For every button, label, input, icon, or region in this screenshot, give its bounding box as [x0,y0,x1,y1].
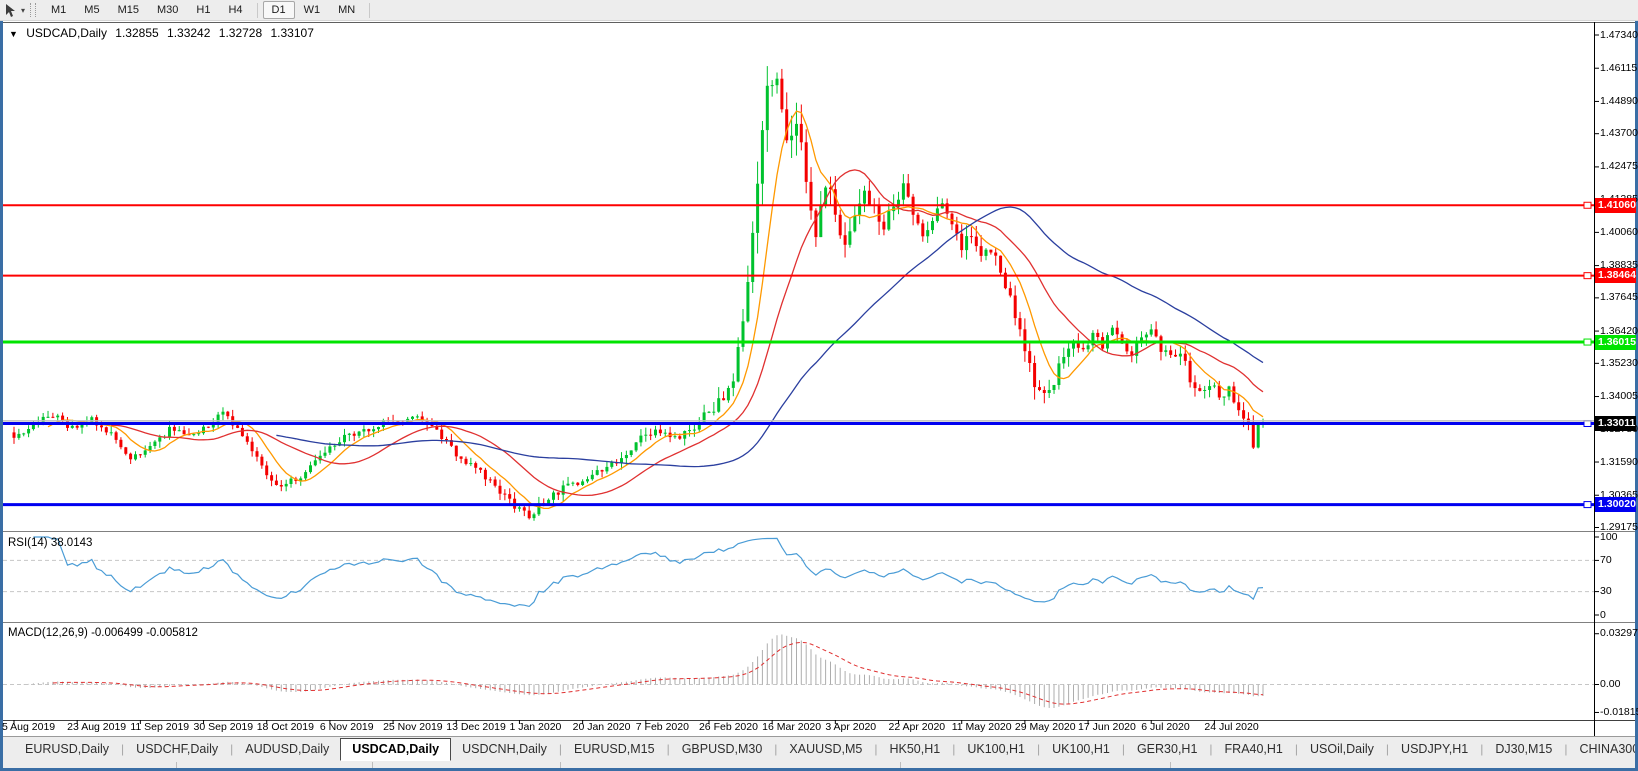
tab-audusd-daily[interactable]: AUDUSD,Daily [234,739,340,760]
date-tick-label: 6 Jul 2020 [1141,721,1190,733]
tab-eurusd-daily[interactable]: EURUSD,Daily [14,739,120,760]
date-tick-label: 18 Oct 2019 [256,721,314,733]
ohlc-open: 1.32855 [115,26,159,40]
tab-china300-h4[interactable]: CHINA300,H4 [1568,739,1638,760]
price-tick-label: 1.47340 [1600,28,1638,41]
price-tick-label: 1.34005 [1600,390,1638,403]
price-tick-label: 1.43700 [1600,127,1638,140]
price-tick-label: 1.46115 [1600,61,1638,74]
date-tick-label: 3 Apr 2020 [825,721,877,733]
tab-fra40-h1[interactable]: FRA40,H1 [1214,739,1294,760]
tab-uk100-h1[interactable]: UK100,H1 [956,739,1036,760]
price-tick-label: 1.40060 [1600,225,1638,238]
price-level-badge: 1.33011 [1595,415,1636,431]
tab-hk50-h1[interactable]: HK50,H1 [878,739,951,760]
price-level-badge: 1.41060 [1595,197,1636,213]
price-tick-label: 1.37645 [1600,291,1638,304]
price-level-badge: 1.30020 [1595,497,1636,513]
date-tick-label: 22 Apr 2020 [888,721,946,733]
date-tick-label: 24 Jul 2020 [1204,721,1259,733]
tab-usdjpy-h1[interactable]: USDJPY,H1 [1390,739,1479,760]
macd-scale-label: -0.018154 [1600,705,1638,718]
tab-usdchf-daily[interactable]: USDCHF,Daily [125,739,229,760]
ohlc-high: 1.33242 [167,26,211,40]
price-tick-label: 1.44890 [1600,94,1638,107]
ohlc-low: 1.32728 [218,26,263,40]
date-tick-label: 17 Jun 2020 [1078,721,1136,733]
date-tick-label: 11 Sep 2019 [130,721,190,733]
tab-usoil-daily[interactable]: USOil,Daily [1299,739,1385,760]
tab-usdcnh-daily[interactable]: USDCNH,Daily [451,739,558,760]
date-tick-label: 6 Nov 2019 [319,721,374,733]
macd-pane-label: MACD(12,26,9) -0.006499 -0.005812 [8,627,198,639]
chart-symbol-period: USDCAD,Daily [26,26,107,40]
tab-uk100-h1[interactable]: UK100,H1 [1041,739,1121,760]
date-tick-label: 16 Mar 2020 [762,721,822,733]
mt4-terminal-window: ▾ M1 M5 M15 M30 H1 H4 D1 W1 MN ▼ USDCAD,Daily 1.… [0,0,1638,771]
macd-scale-label: 0.032972 [1600,627,1638,640]
date-tick-label: 11 May 2020 [951,721,1012,733]
macd-scale-label: 0.00 [1600,678,1621,690]
tab-ger30-h1[interactable]: GER30,H1 [1126,739,1208,760]
tab-xauusd-m5[interactable]: XAUUSD,M5 [778,739,873,760]
tab-dj30-m15[interactable]: DJ30,M15 [1484,739,1563,760]
window-border-left [0,21,3,771]
ohlc-close: 1.33107 [270,26,314,40]
date-tick-label: 23 Aug 2019 [67,721,127,733]
rsi-scale-label: 100 [1600,530,1618,543]
date-tick-label: 29 May 2020 [1014,721,1076,733]
chart-tab-bar: EURUSD,Daily | USDCHF,Daily | AUDUSD,Daily US… [0,736,1638,762]
rsi-scale-label: 0 [1600,608,1606,621]
chart-title: ▼ USDCAD,Daily 1.32855 1.33242 1.32728 1… [9,26,319,40]
tab-usdcad-daily[interactable]: USDCAD,Daily [340,738,452,761]
price-level-badge: 1.38464 [1595,268,1636,284]
date-tick-label: 30 Sep 2019 [193,721,254,733]
tab-eurusd-m15[interactable]: EURUSD,M15 [563,739,666,760]
date-tick-label: 1 Jan 2020 [509,721,562,733]
date-tick-label: 5 Aug 2019 [2,721,56,733]
rsi-scale-label: 30 [1600,585,1612,598]
chart-canvas[interactable] [0,0,1638,771]
symbol-dropdown-icon: ▼ [9,29,18,39]
date-tick-label: 20 Jan 2020 [572,721,631,733]
date-tick-label: 25 Nov 2019 [383,721,443,733]
rsi-pane-label: RSI(14) 38.0143 [8,537,93,549]
price-level-badge: 1.36015 [1595,334,1636,350]
date-tick-label: 7 Feb 2020 [635,721,689,733]
date-tick-label: 13 Dec 2019 [446,721,506,733]
date-tick-label: 26 Feb 2020 [698,721,758,733]
price-tick-label: 1.35230 [1600,356,1638,369]
price-tick-label: 1.31590 [1600,455,1638,468]
tab-gbpusd-m30[interactable]: GBPUSD,M30 [671,739,774,760]
rsi-scale-label: 70 [1600,553,1612,566]
price-tick-label: 1.42475 [1600,160,1638,173]
